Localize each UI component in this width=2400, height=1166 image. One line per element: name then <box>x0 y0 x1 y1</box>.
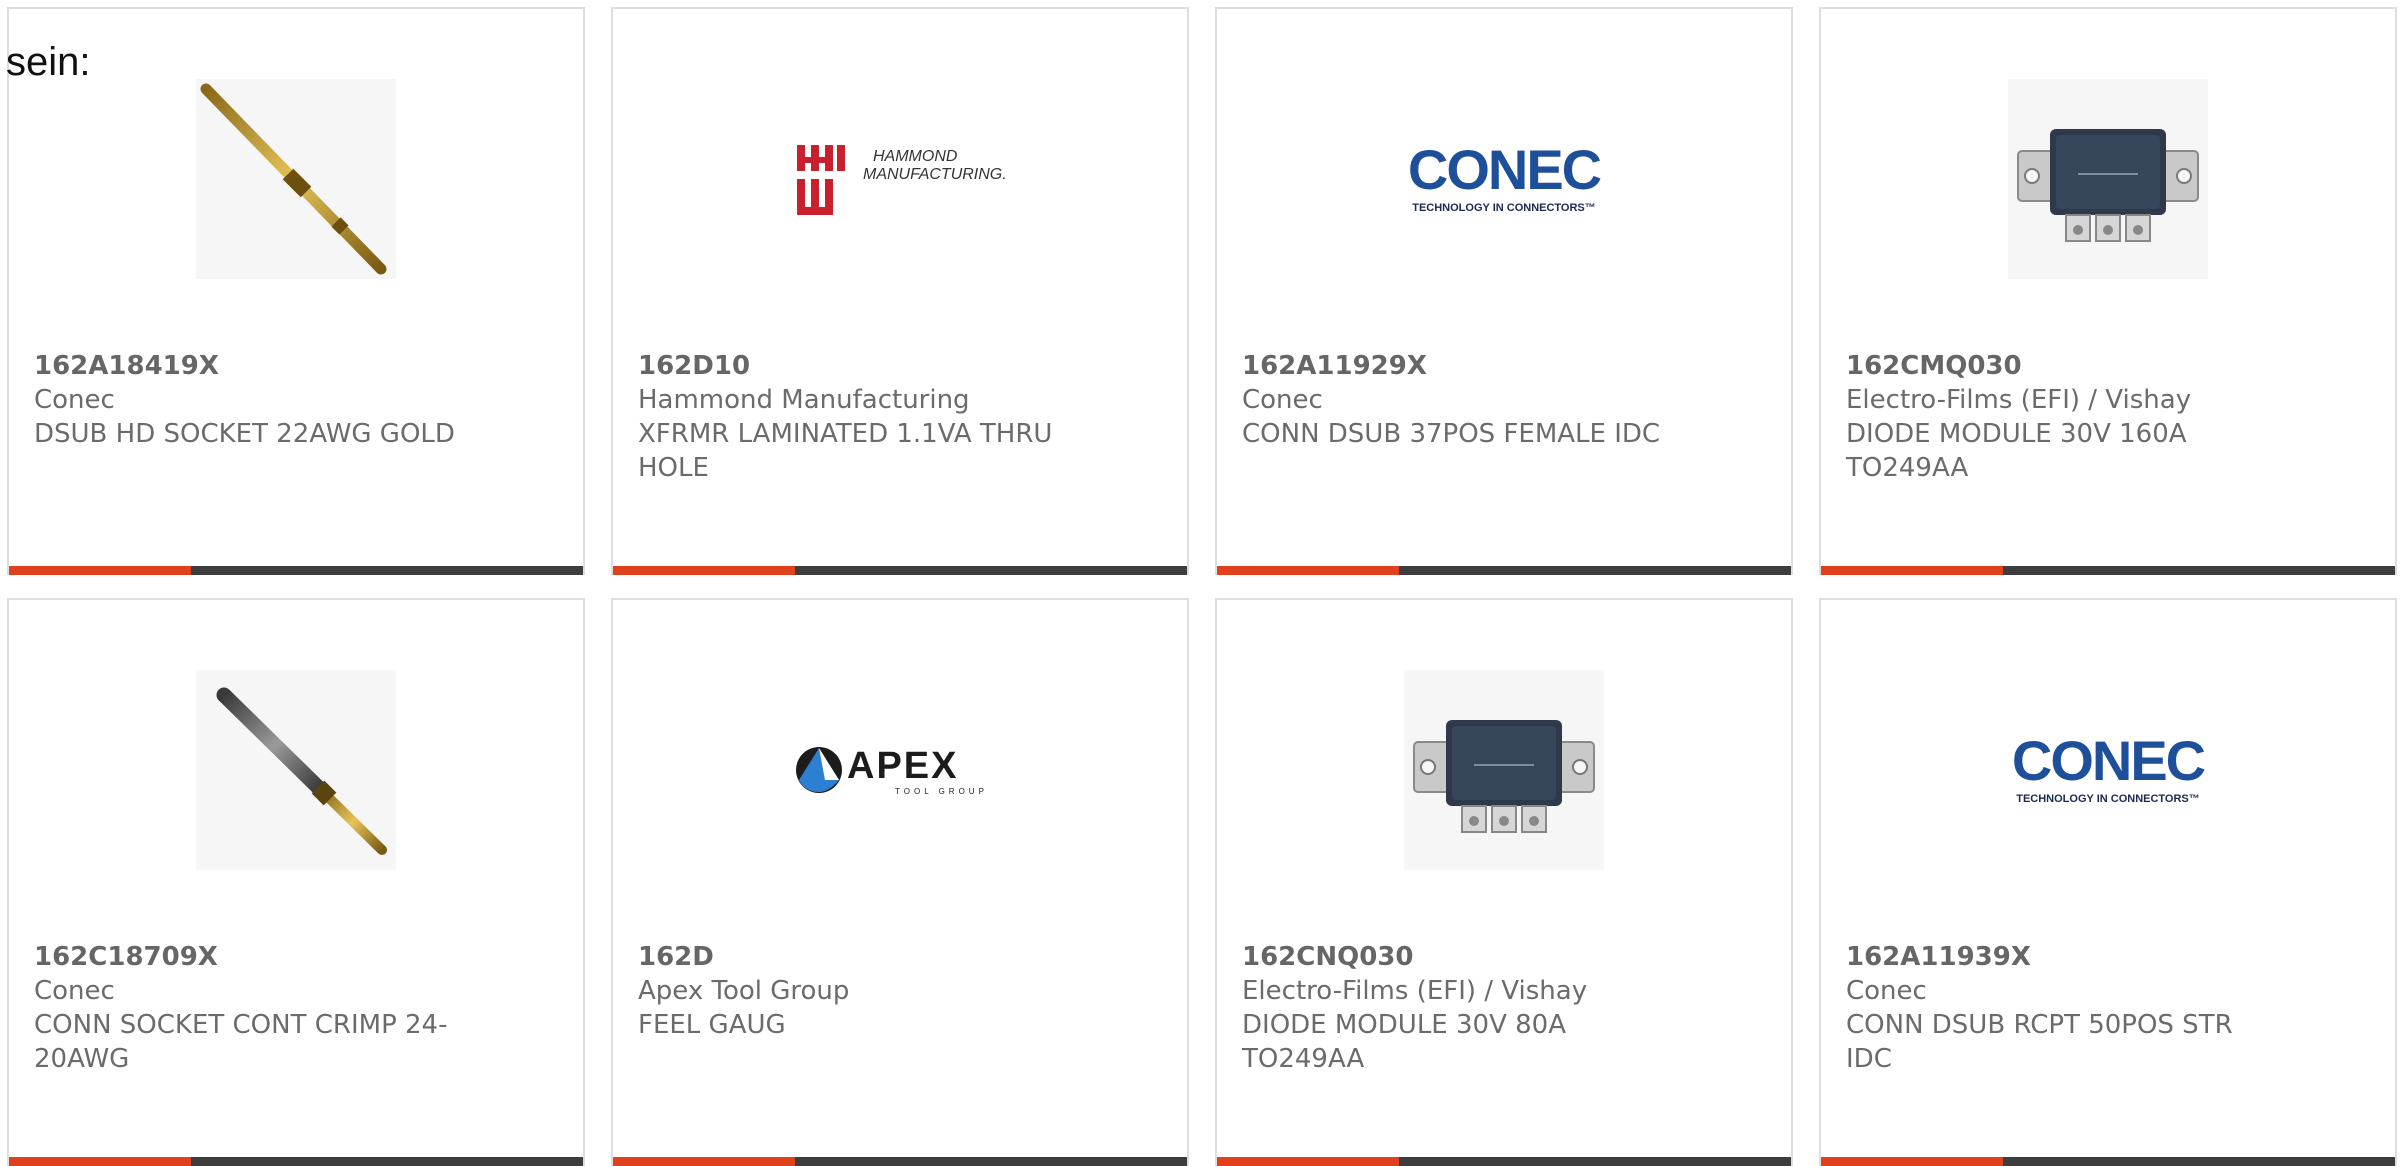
card-bottom-bar <box>9 1157 583 1166</box>
socket-contact-icon <box>216 687 387 855</box>
apex-logo-tagline: TOOL GROUP <box>895 787 988 796</box>
part-number[interactable]: 162CMQ030 <box>1846 349 2276 383</box>
product-card[interactable]: HAMMOND MANUFACTURING. 162D10 Hammond Ma… <box>611 7 1189 575</box>
card-bottom-bar <box>1217 566 1791 575</box>
gold-pin-contact-icon <box>200 83 387 275</box>
conec-logo-text: CONEC <box>1408 139 1601 201</box>
product-image[interactable] <box>1821 69 2395 289</box>
card-bottom-bar <box>613 1157 1187 1166</box>
part-number[interactable]: 162A11929X <box>1242 349 1672 383</box>
description: CONN DSUB 37POS FEMALE IDC <box>1242 419 1661 449</box>
conec-logo-tagline: TECHNOLOGY IN CONNECTORS™ <box>1412 202 1596 214</box>
manufacturer: Hammond Manufacturing <box>638 385 970 415</box>
part-number[interactable]: 162A11939X <box>1846 940 2276 974</box>
intro-text: sein: <box>6 40 91 84</box>
description: CONN SOCKET CONT CRIMP 24-20AWG <box>34 1010 448 1074</box>
conec-logo-text: CONEC <box>2012 730 2205 792</box>
product-image[interactable] <box>1217 660 1791 880</box>
part-number[interactable]: 162C18709X <box>34 940 464 974</box>
product-card[interactable]: CONEC TECHNOLOGY IN CONNECTORS™ 162A1192… <box>1215 7 1793 575</box>
product-image[interactable]: CONEC TECHNOLOGY IN CONNECTORS™ <box>1821 660 2395 880</box>
hammond-logo-line2: MANUFACTURING. <box>863 166 1005 183</box>
part-number[interactable]: 162CNQ030 <box>1242 940 1672 974</box>
product-image[interactable]: APEX TOOL GROUP <box>613 660 1187 880</box>
description: DIODE MODULE 30V 160A TO249AA <box>1846 419 2187 483</box>
product-card[interactable]: APEX TOOL GROUP 162D Apex Tool Group FEE… <box>611 598 1189 1166</box>
description: DSUB HD SOCKET 22AWG GOLD <box>34 419 455 449</box>
product-card[interactable]: 162CNQ030 Electro-Films (EFI) / Vishay D… <box>1215 598 1793 1166</box>
description: CONN DSUB RCPT 50POS STR IDC <box>1846 1010 2233 1074</box>
manufacturer: Conec <box>1242 385 1323 415</box>
product-image[interactable]: CONEC TECHNOLOGY IN CONNECTORS™ <box>1217 69 1791 289</box>
manufacturer: Electro-Films (EFI) / Vishay <box>1846 385 2192 415</box>
manufacturer: Electro-Films (EFI) / Vishay <box>1242 976 1588 1006</box>
description: FEEL GAUG <box>638 1010 786 1040</box>
part-number[interactable]: 162D <box>638 940 1068 974</box>
card-bottom-bar <box>613 566 1187 575</box>
manufacturer: Conec <box>1846 976 1927 1006</box>
card-bottom-bar <box>9 566 583 575</box>
part-number[interactable]: 162A18419X <box>34 349 464 383</box>
conec-logo: CONEC TECHNOLOGY IN CONNECTORS™ <box>2012 730 2207 805</box>
description: DIODE MODULE 30V 80A TO249AA <box>1242 1010 1566 1074</box>
product-image[interactable] <box>9 69 583 289</box>
product-image[interactable]: HAMMOND MANUFACTURING. <box>613 69 1187 289</box>
hammond-logo: HAMMOND MANUFACTURING. <box>797 145 1005 215</box>
product-card[interactable]: CONEC TECHNOLOGY IN CONNECTORS™ 162A1193… <box>1819 598 2397 1166</box>
hammond-logo-line1: HAMMOND <box>873 148 958 165</box>
product-image[interactable] <box>9 660 583 880</box>
manufacturer: Conec <box>34 385 115 415</box>
apex-logo: APEX TOOL GROUP <box>796 745 988 796</box>
manufacturer: Conec <box>34 976 115 1006</box>
apex-logo-text: APEX <box>847 745 958 787</box>
product-grid: 162A18419X Conec DSUB HD SOCKET 22AWG GO… <box>0 0 2400 1166</box>
diode-module-icon <box>2017 129 2199 242</box>
description: XFRMR LAMINATED 1.1VA THRU HOLE <box>638 419 1053 483</box>
product-card[interactable]: 162A18419X Conec DSUB HD SOCKET 22AWG GO… <box>7 7 585 575</box>
card-bottom-bar <box>1217 1157 1791 1166</box>
part-number[interactable]: 162D10 <box>638 349 1068 383</box>
card-bottom-bar <box>1821 566 2395 575</box>
product-card[interactable]: 162C18709X Conec CONN SOCKET CONT CRIMP … <box>7 598 585 1166</box>
conec-logo: CONEC TECHNOLOGY IN CONNECTORS™ <box>1408 139 1603 214</box>
manufacturer: Apex Tool Group <box>638 976 850 1006</box>
product-card[interactable]: 162CMQ030 Electro-Films (EFI) / Vishay D… <box>1819 7 2397 575</box>
card-bottom-bar <box>1821 1157 2395 1166</box>
diode-module-icon <box>1413 720 1595 833</box>
conec-logo-tagline: TECHNOLOGY IN CONNECTORS™ <box>2016 793 2200 805</box>
